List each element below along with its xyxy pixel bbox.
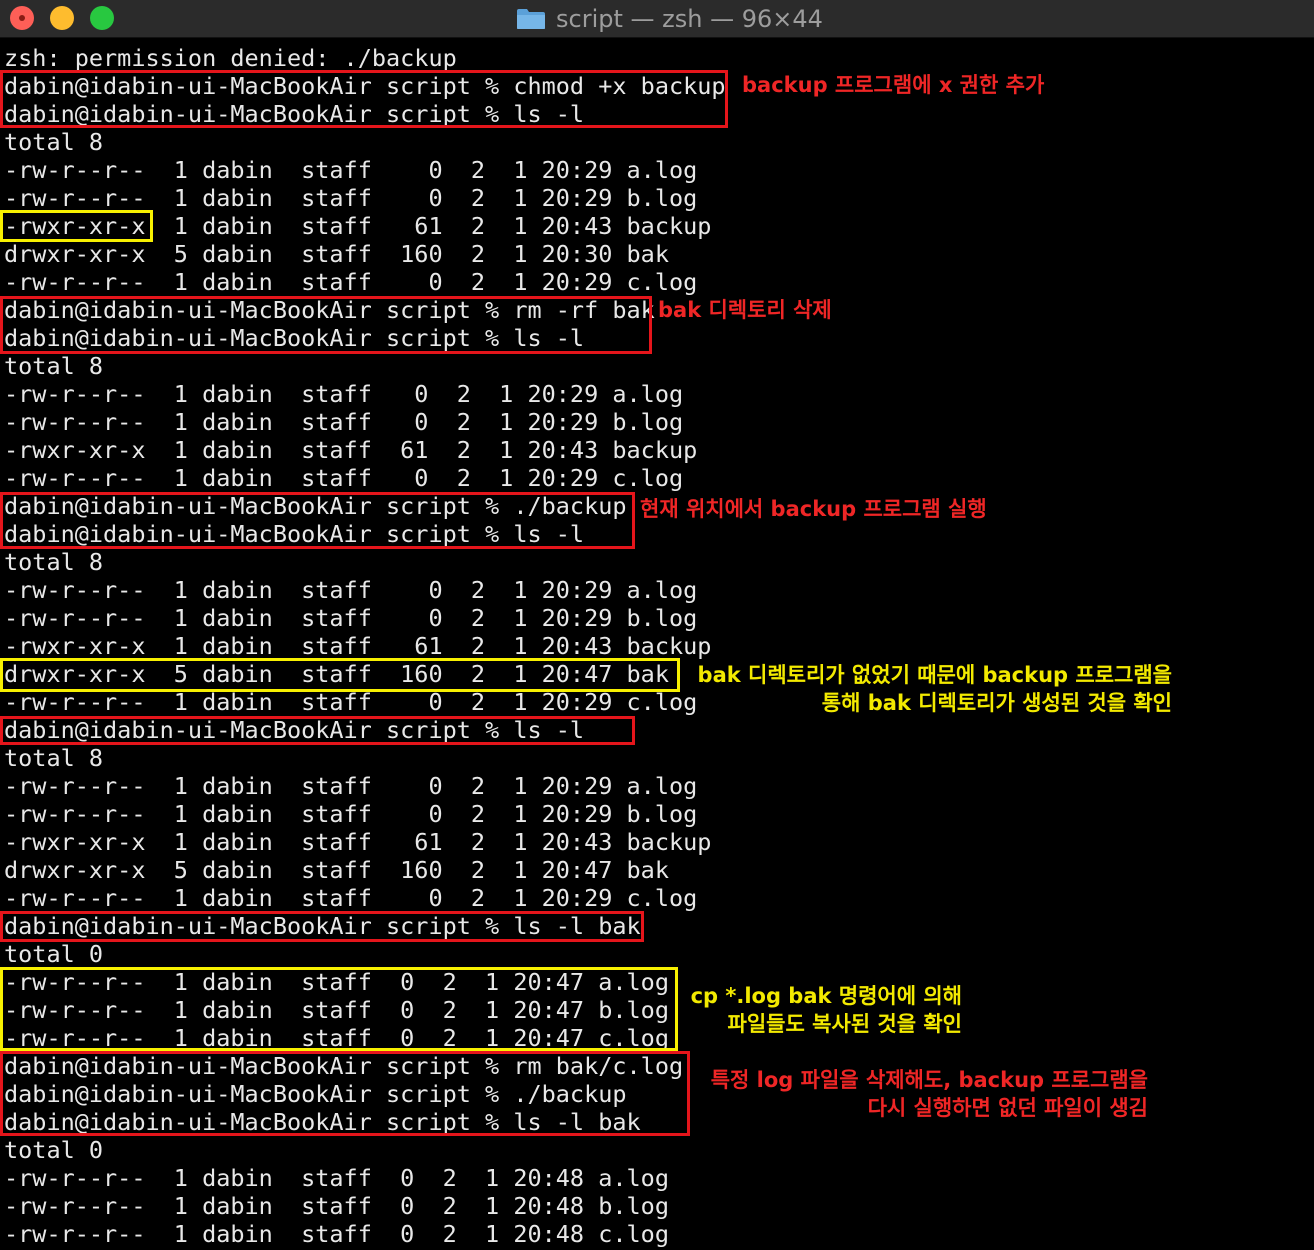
terminal-line: total 0 xyxy=(4,1136,104,1164)
terminal-line: total 8 xyxy=(4,352,104,380)
terminal-line: -rwxr-xr-x 1 dabin staff 61 2 1 20:43 ba… xyxy=(4,436,698,464)
terminal-line: -rw-r--r-- 1 dabin staff 0 2 1 20:48 a.l… xyxy=(4,1164,669,1192)
annotation-box-ls-bak xyxy=(0,911,644,942)
terminal-line: total 8 xyxy=(4,128,104,156)
terminal-line: -rwxr-xr-x 1 dabin staff 61 2 1 20:43 ba… xyxy=(4,828,712,856)
terminal-line: -rw-r--r-- 1 dabin staff 0 2 1 20:29 b.l… xyxy=(4,604,698,632)
annotation-box-chmod xyxy=(0,70,728,128)
annotation-box-restore xyxy=(0,1051,690,1136)
terminal-line: -rw-r--r-- 1 dabin staff 0 2 1 20:29 a.l… xyxy=(4,576,698,604)
annotation-box-bak-created xyxy=(0,658,680,692)
terminal-line: -rw-r--r-- 1 dabin staff 0 2 1 20:29 c.l… xyxy=(4,884,698,912)
terminal-line: -rw-r--r-- 1 dabin staff 0 2 1 20:29 b.l… xyxy=(4,800,698,828)
terminal-line: total 0 xyxy=(4,940,104,968)
annotation-box-rm-bak xyxy=(0,296,652,354)
terminal-line: -rw-r--r-- 1 dabin staff 0 2 1 20:48 c.l… xyxy=(4,1220,669,1248)
window-title: script — zsh — 96×44 xyxy=(556,5,823,33)
terminal-line: -rw-r--r-- 1 dabin staff 0 2 1 20:48 b.l… xyxy=(4,1192,669,1220)
terminal-line: -rw-r--r-- 1 dabin staff 0 2 1 20:29 c.l… xyxy=(4,268,698,296)
terminal-line: -rw-r--r-- 1 dabin staff 0 2 1 20:29 c.l… xyxy=(4,688,698,716)
terminal-line: total 8 xyxy=(4,744,104,772)
annotation-box-copied-logs xyxy=(0,967,678,1051)
annotation-note-bak-created: bak 디렉토리가 없었기 때문에 backup 프로그램을 통해 bak 디렉… xyxy=(697,663,1172,715)
terminal-line: -rwxr-xr-x 1 dabin staff 61 2 1 20:43 ba… xyxy=(4,632,712,660)
annotation-box-run-backup xyxy=(0,492,635,549)
annotation-note-run-backup: 현재 위치에서 backup 프로그램 실행 xyxy=(640,497,987,521)
terminal-line: drwxr-xr-x 5 dabin staff 160 2 1 20:47 b… xyxy=(4,856,669,884)
annotation-box-exec-permission xyxy=(0,210,153,242)
terminal-line: -rw-r--r-- 1 dabin staff 0 2 1 20:29 c.l… xyxy=(4,464,684,492)
annotation-box-ls xyxy=(0,716,635,745)
terminal-line: total 8 xyxy=(4,548,104,576)
annotation-note-cp-logs: cp *.log bak 명령어에 의해 파일들도 복사된 것을 확인 xyxy=(690,984,962,1036)
terminal-line: zsh: permission denied: ./backup xyxy=(4,44,457,72)
annotation-note-rm-bak: bak 디렉토리 삭제 xyxy=(658,298,832,322)
close-button[interactable] xyxy=(10,6,34,30)
folder-icon xyxy=(517,9,545,29)
terminal-line: -rw-r--r-- 1 dabin staff 0 2 1 20:29 a.l… xyxy=(4,156,698,184)
zoom-button[interactable] xyxy=(90,6,114,30)
terminal-line: -rw-r--r-- 1 dabin staff 0 2 1 20:29 a.l… xyxy=(4,772,698,800)
minimize-button[interactable] xyxy=(50,6,74,30)
terminal-line: drwxr-xr-x 5 dabin staff 160 2 1 20:30 b… xyxy=(4,240,669,268)
terminal-line: -rw-r--r-- 1 dabin staff 0 2 1 20:29 b.l… xyxy=(4,184,698,212)
annotation-note-chmod: backup 프로그램에 x 권한 추가 xyxy=(742,73,1045,97)
annotation-note-restore: 특정 log 파일을 삭제해도, backup 프로그램을 다시 실행하면 없던… xyxy=(710,1068,1148,1120)
terminal-line: -rw-r--r-- 1 dabin staff 0 2 1 20:29 b.l… xyxy=(4,408,684,436)
terminal-line: -rw-r--r-- 1 dabin staff 0 2 1 20:29 a.l… xyxy=(4,380,684,408)
window-title-group: script — zsh — 96×44 xyxy=(516,3,823,35)
title-bar: script — zsh — 96×44 xyxy=(0,0,1314,38)
